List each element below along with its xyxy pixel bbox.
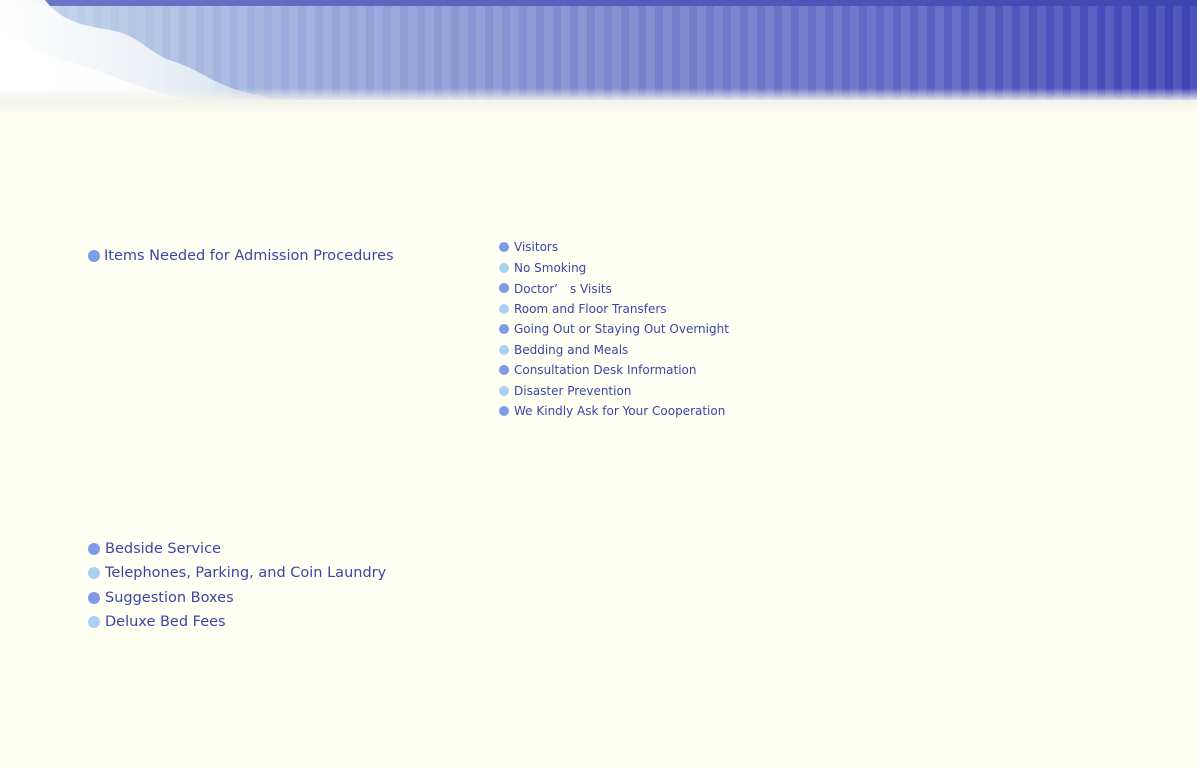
bullet-icon [499,406,509,417]
link-label[interactable]: No Smoking [514,261,586,275]
link-admission-items[interactable]: Items Needed for Admission Procedures [88,245,394,267]
bullet-icon [88,591,100,604]
link-label[interactable]: Going Out or Staying Out Overnight [514,322,729,336]
link-label[interactable]: We Kindly Ask for Your Cooperation [514,404,725,418]
link-cooperation[interactable]: We Kindly Ask for Your Cooperation [499,401,729,422]
link-label[interactable]: Items Needed for Admission Procedures [104,248,394,264]
bullet-icon [88,250,100,262]
link-telephones-parking-laundry[interactable]: Telephones, Parking, and Coin Laundry [88,561,386,585]
bullet-icon [499,303,509,314]
bullet-icon [499,262,509,273]
link-going-out[interactable]: Going Out or Staying Out Overnight [499,319,729,340]
link-label[interactable]: Disaster Prevention [514,384,631,398]
bullet-icon [499,283,509,294]
bullet-icon [499,344,509,355]
header-banner [0,0,1197,116]
hospital-life-link-list: Visitors No Smoking Doctor’ s Visits Roo… [499,237,729,422]
bullet-icon [88,543,100,556]
bullet-icon [88,616,100,629]
link-label[interactable]: Bedding and Meals [514,343,628,357]
link-label[interactable]: Bedside Service [105,541,221,557]
bullet-icon [499,242,509,253]
link-disaster-prevention[interactable]: Disaster Prevention [499,381,729,402]
bullet-icon [499,385,509,396]
link-label[interactable]: Suggestion Boxes [105,590,234,606]
link-label[interactable]: Visitors [514,240,558,254]
services-link-list: Bedside Service Telephones, Parking, and… [88,537,386,634]
link-deluxe-bed-fees[interactable]: Deluxe Bed Fees [88,610,386,634]
admission-link-list: Items Needed for Admission Procedures [88,245,394,267]
link-no-smoking[interactable]: No Smoking [499,258,729,279]
link-room-floor-transfers[interactable]: Room and Floor Transfers [499,299,729,320]
bullet-icon [88,567,100,580]
link-label[interactable]: Consultation Desk Information [514,363,696,377]
banner-fade [0,88,1197,116]
link-visitors[interactable]: Visitors [499,237,729,258]
bullet-icon [499,324,509,335]
link-doctors-visits[interactable]: Doctor’ s Visits [499,278,729,299]
link-consultation-desk[interactable]: Consultation Desk Information [499,360,729,381]
link-bedside-service[interactable]: Bedside Service [88,537,386,561]
link-label[interactable]: Telephones, Parking, and Coin Laundry [105,565,386,581]
link-label[interactable]: Doctor’ s Visits [514,280,612,297]
link-bedding-meals[interactable]: Bedding and Meals [499,340,729,361]
link-label[interactable]: Deluxe Bed Fees [105,614,226,630]
bullet-icon [499,365,509,376]
link-label[interactable]: Room and Floor Transfers [514,302,667,316]
link-suggestion-boxes[interactable]: Suggestion Boxes [88,586,386,610]
